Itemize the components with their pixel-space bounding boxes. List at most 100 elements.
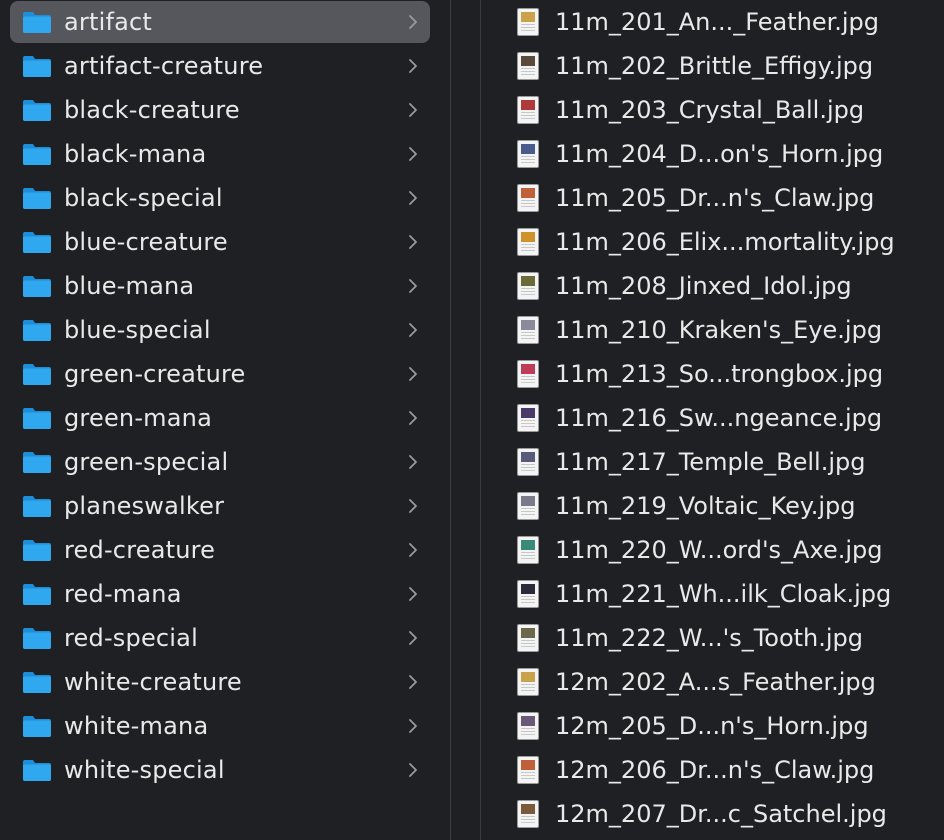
folders-column: artifact artifact-creature black-creature b…: [0, 0, 450, 840]
folder-item[interactable]: white-special: [10, 749, 430, 791]
file-item[interactable]: 11m_220_W...ord's_Axe.jpg: [481, 529, 944, 571]
folder-label: white-mana: [64, 712, 209, 740]
folder-item[interactable]: green-mana: [10, 397, 430, 439]
image-file-icon: [517, 536, 539, 564]
folder-item[interactable]: red-special: [10, 617, 430, 659]
image-file-icon: [517, 404, 539, 432]
folder-icon: [22, 582, 52, 606]
file-label: 12m_207_Dr...c_Satchel.jpg: [555, 800, 887, 828]
file-item[interactable]: 11m_208_Jinxed_Idol.jpg: [481, 265, 944, 307]
folder-icon: [22, 362, 52, 386]
file-item[interactable]: 11m_205_Dr...n's_Claw.jpg: [481, 177, 944, 219]
chevron-right-icon: [408, 232, 418, 252]
file-label: 12m_205_D...n's_Horn.jpg: [555, 712, 869, 740]
image-file-icon: [517, 316, 539, 344]
image-file-icon: [517, 360, 539, 388]
image-file-icon: [517, 580, 539, 608]
folder-item[interactable]: black-special: [10, 177, 430, 219]
folder-label: black-special: [64, 184, 223, 212]
folder-label: white-special: [64, 756, 225, 784]
folder-item[interactable]: artifact-creature: [10, 45, 430, 87]
file-label: 11m_205_Dr...n's_Claw.jpg: [555, 184, 875, 212]
files-column: 11m_201_An..._Feather.jpg 11m_202_Brittle…: [481, 0, 944, 840]
file-item[interactable]: 12m_202_A...s_Feather.jpg: [481, 661, 944, 703]
folder-icon: [22, 142, 52, 166]
folder-item[interactable]: red-mana: [10, 573, 430, 615]
image-file-icon: [517, 800, 539, 828]
folder-label: green-mana: [64, 404, 212, 432]
file-item[interactable]: 11m_221_Wh...ilk_Cloak.jpg: [481, 573, 944, 615]
folder-label: blue-special: [64, 316, 211, 344]
file-label: 11m_208_Jinxed_Idol.jpg: [555, 272, 852, 300]
folder-item[interactable]: green-special: [10, 441, 430, 483]
file-item[interactable]: 11m_202_Brittle_Effigy.jpg: [481, 45, 944, 87]
image-file-icon: [517, 8, 539, 36]
file-item[interactable]: 12m_207_Dr...c_Satchel.jpg: [481, 793, 944, 835]
file-item[interactable]: 12m_206_Dr...n's_Claw.jpg: [481, 749, 944, 791]
chevron-right-icon: [408, 276, 418, 296]
folder-item[interactable]: blue-special: [10, 309, 430, 351]
chevron-right-icon: [408, 408, 418, 428]
file-label: 11m_206_Elix...mortality.jpg: [555, 228, 895, 256]
chevron-right-icon: [408, 628, 418, 648]
folder-label: planeswalker: [64, 492, 225, 520]
image-file-icon: [517, 492, 539, 520]
file-item[interactable]: 11m_213_So...trongbox.jpg: [481, 353, 944, 395]
folder-icon: [22, 538, 52, 562]
folder-label: red-mana: [64, 580, 182, 608]
folder-item[interactable]: green-creature: [10, 353, 430, 395]
file-label: 11m_220_W...ord's_Axe.jpg: [555, 536, 883, 564]
file-item[interactable]: 11m_219_Voltaic_Key.jpg: [481, 485, 944, 527]
file-item[interactable]: 11m_203_Crystal_Ball.jpg: [481, 89, 944, 131]
image-file-icon: [517, 140, 539, 168]
chevron-right-icon: [408, 452, 418, 472]
folder-label: blue-creature: [64, 228, 228, 256]
empty-column-gap: [451, 0, 480, 840]
folder-label: black-creature: [64, 96, 240, 124]
file-label: 12m_206_Dr...n's_Claw.jpg: [555, 756, 875, 784]
image-file-icon: [517, 228, 539, 256]
folder-item[interactable]: blue-mana: [10, 265, 430, 307]
file-item[interactable]: 11m_216_Sw...ngeance.jpg: [481, 397, 944, 439]
folder-icon: [22, 186, 52, 210]
folder-icon: [22, 10, 52, 34]
folder-icon: [22, 54, 52, 78]
image-file-icon: [517, 96, 539, 124]
file-label: 11m_222_W...'s_Tooth.jpg: [555, 624, 864, 652]
folder-label: green-creature: [64, 360, 246, 388]
folder-icon: [22, 406, 52, 430]
chevron-right-icon: [408, 100, 418, 120]
file-item[interactable]: 12m_205_D...n's_Horn.jpg: [481, 705, 944, 747]
file-item[interactable]: 11m_201_An..._Feather.jpg: [481, 1, 944, 43]
folder-icon: [22, 98, 52, 122]
image-file-icon: [517, 668, 539, 696]
file-label: 11m_216_Sw...ngeance.jpg: [555, 404, 883, 432]
folder-item[interactable]: red-creature: [10, 529, 430, 571]
chevron-right-icon: [408, 364, 418, 384]
chevron-right-icon: [408, 496, 418, 516]
image-file-icon: [517, 448, 539, 476]
folder-item[interactable]: blue-creature: [10, 221, 430, 263]
file-label: 11m_221_Wh...ilk_Cloak.jpg: [555, 580, 892, 608]
folder-item[interactable]: black-creature: [10, 89, 430, 131]
file-label: 11m_219_Voltaic_Key.jpg: [555, 492, 856, 520]
file-item[interactable]: 11m_204_D...on's_Horn.jpg: [481, 133, 944, 175]
folder-item[interactable]: white-mana: [10, 705, 430, 747]
file-item[interactable]: 11m_217_Temple_Bell.jpg: [481, 441, 944, 483]
folder-icon: [22, 626, 52, 650]
folder-label: white-creature: [64, 668, 242, 696]
folder-icon: [22, 230, 52, 254]
folder-item[interactable]: planeswalker: [10, 485, 430, 527]
chevron-right-icon: [408, 584, 418, 604]
folder-label: artifact-creature: [64, 52, 264, 80]
image-file-icon: [517, 184, 539, 212]
file-label: 11m_213_So...trongbox.jpg: [555, 360, 884, 388]
folder-item[interactable]: artifact: [10, 1, 430, 43]
folder-item[interactable]: white-creature: [10, 661, 430, 703]
file-item[interactable]: 11m_222_W...'s_Tooth.jpg: [481, 617, 944, 659]
file-label: 11m_210_Kraken's_Eye.jpg: [555, 316, 883, 344]
folder-item[interactable]: black-mana: [10, 133, 430, 175]
file-item[interactable]: 11m_206_Elix...mortality.jpg: [481, 221, 944, 263]
file-item[interactable]: 11m_210_Kraken's_Eye.jpg: [481, 309, 944, 351]
image-file-icon: [517, 712, 539, 740]
